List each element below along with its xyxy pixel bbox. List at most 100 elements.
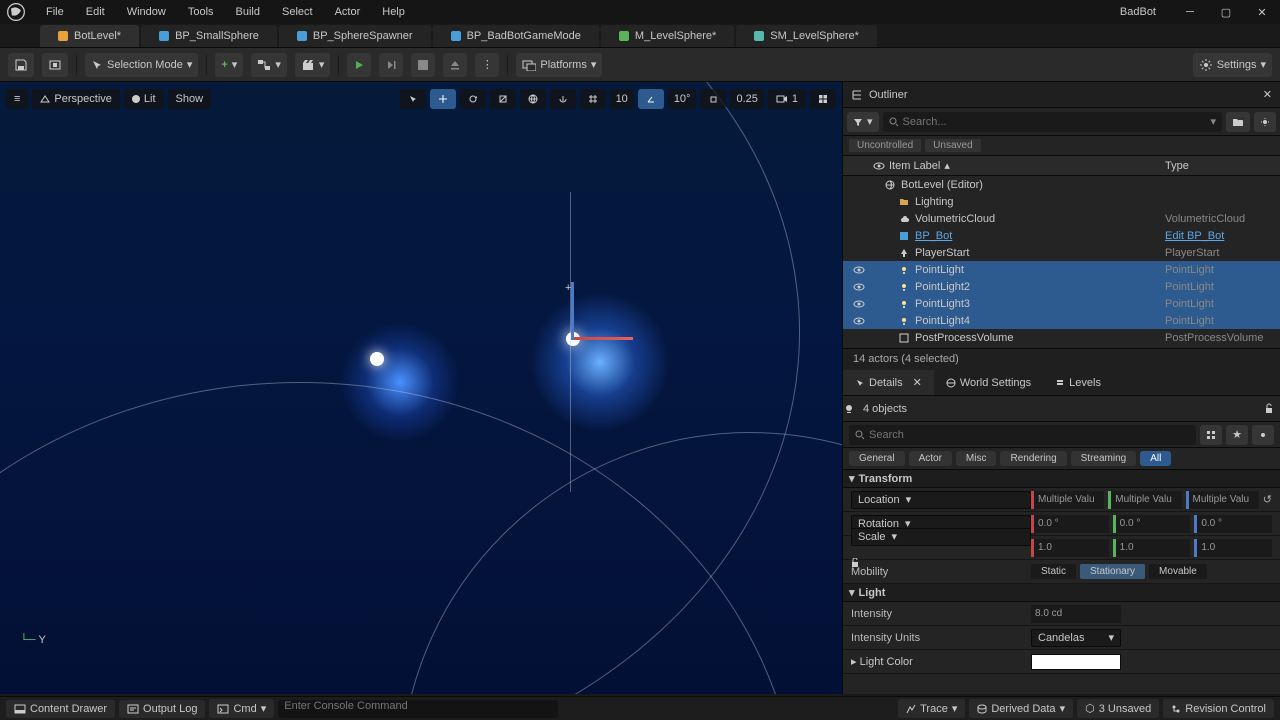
filter-rendering[interactable]: Rendering (1000, 451, 1066, 466)
dtab-details[interactable]: Details✕ (843, 370, 934, 395)
tab-bp_badbotgamemode[interactable]: BP_BadBotGameMode (433, 25, 599, 47)
show-dropdown[interactable]: Show (168, 89, 212, 109)
tree-row[interactable]: BP_BotEdit BP_Bot (843, 227, 1280, 244)
chip-unsaved[interactable]: Unsaved (925, 139, 980, 152)
scale-snap[interactable] (700, 89, 726, 109)
content-drawer-button[interactable]: Content Drawer (6, 700, 115, 718)
location-dropdown[interactable]: Location▾ (851, 491, 1031, 509)
filter-all[interactable]: All (1140, 451, 1171, 466)
menu-build[interactable]: Build (226, 2, 270, 22)
expand-icon[interactable]: ▸ (851, 656, 857, 668)
details-view-grid[interactable] (1200, 425, 1222, 445)
perspective-dropdown[interactable]: Perspective (32, 89, 119, 109)
viewport-options[interactable]: ≡ (6, 89, 28, 109)
sc-x[interactable]: 1.0 (1031, 539, 1109, 557)
tree-row[interactable]: PointLight2PointLight (843, 278, 1280, 295)
filter-general[interactable]: General (849, 451, 905, 466)
dtab-levels[interactable]: Levels (1043, 370, 1113, 395)
filter-actor[interactable]: Actor (909, 451, 952, 466)
menu-edit[interactable]: Edit (76, 2, 115, 22)
move-tool[interactable] (430, 89, 456, 109)
tree-row[interactable]: PointLight4PointLight (843, 312, 1280, 329)
category-light[interactable]: ▾Light (843, 584, 1280, 602)
unsaved-button[interactable]: ⬡3 Unsaved (1077, 699, 1159, 718)
filter-streaming[interactable]: Streaming (1071, 451, 1137, 466)
rotate-tool[interactable] (460, 89, 486, 109)
surface-snap[interactable] (550, 89, 576, 109)
cinematics-button[interactable]: ▾ (295, 53, 331, 77)
details-settings[interactable] (1252, 425, 1274, 445)
intensity-input[interactable]: 8.0 cd (1031, 605, 1121, 623)
menu-actor[interactable]: Actor (325, 2, 371, 22)
revision-control-button[interactable]: Revision Control (1163, 699, 1274, 718)
details-search[interactable] (849, 425, 1196, 445)
stop-button[interactable] (411, 53, 435, 77)
grid-size[interactable]: 10 (610, 89, 634, 109)
details-search-input[interactable] (869, 429, 1190, 441)
lit-dropdown[interactable]: Lit (124, 89, 164, 109)
menu-tools[interactable]: Tools (178, 2, 224, 22)
eject-button[interactable] (443, 53, 467, 77)
tree-row[interactable]: Lighting (843, 193, 1280, 210)
mobility-static[interactable]: Static (1031, 564, 1076, 579)
select-tool[interactable] (400, 89, 426, 109)
scale-tool[interactable] (490, 89, 516, 109)
grid-snap[interactable] (580, 89, 606, 109)
platforms-dropdown[interactable]: Platforms▾ (516, 53, 602, 77)
outliner-header[interactable]: Item Label ▴ Type (843, 156, 1280, 176)
menu-file[interactable]: File (36, 2, 74, 22)
outliner-search[interactable]: ▾ (883, 112, 1222, 132)
rot-y[interactable]: 0.0 ° (1113, 515, 1191, 533)
outliner-tree[interactable]: BotLevel (Editor)LightingVolumetricCloud… (843, 176, 1280, 348)
minimize-button[interactable]: ─ (1176, 0, 1204, 24)
viewport-layout[interactable] (810, 89, 836, 109)
loc-y[interactable]: Multiple Valu (1108, 491, 1181, 509)
outliner-filter[interactable]: ▾ (847, 112, 879, 132)
loc-z[interactable]: Multiple Valu (1186, 491, 1259, 509)
viewport[interactable]: ≡ Perspective Lit Show 10 10° 0.25 1 (0, 82, 842, 694)
chevron-down-icon[interactable]: ▾ (1210, 115, 1216, 128)
app-logo[interactable] (4, 0, 28, 24)
lock-icon[interactable] (1264, 403, 1274, 415)
tree-row[interactable]: PointLightPointLight (843, 261, 1280, 278)
tree-row[interactable]: PostProcessVolumePostProcessVolume (843, 329, 1280, 346)
settings-dropdown[interactable]: Settings▾ (1193, 53, 1272, 77)
mobility-stationary[interactable]: Stationary (1080, 564, 1145, 579)
sc-z[interactable]: 1.0 (1194, 539, 1272, 557)
coord-space[interactable] (520, 89, 546, 109)
save-button[interactable] (8, 53, 34, 77)
outliner-close[interactable]: ✕ (1263, 88, 1272, 101)
browse-button[interactable] (42, 53, 68, 77)
tree-row[interactable]: VolumetricCloudVolumetricCloud (843, 210, 1280, 227)
angle-snap[interactable] (638, 89, 664, 109)
cmd-button[interactable]: Cmd▾ (209, 699, 274, 718)
menu-select[interactable]: Select (272, 2, 323, 22)
chip-uncontrolled[interactable]: Uncontrolled (849, 139, 921, 152)
add-content-button[interactable]: +▾ (215, 53, 243, 77)
tab-bp_spherespawner[interactable]: BP_SphereSpawner (279, 25, 431, 47)
outliner-search-input[interactable] (903, 116, 1207, 128)
derived-data-button[interactable]: Derived Data▾ (969, 699, 1073, 718)
play-button[interactable] (347, 53, 371, 77)
rot-x[interactable]: 0.0 ° (1031, 515, 1109, 533)
close-button[interactable]: ✕ (1248, 0, 1276, 24)
light-color-swatch[interactable] (1031, 654, 1121, 670)
tab-m_levelsphere-[interactable]: M_LevelSphere* (601, 25, 734, 47)
menu-help[interactable]: Help (372, 2, 415, 22)
loc-x[interactable]: Multiple Valu (1031, 491, 1104, 509)
new-folder-button[interactable]: + (1226, 112, 1250, 132)
tree-row[interactable]: PlayerStartPlayerStart (843, 244, 1280, 261)
camera-speed[interactable]: 1 (768, 89, 806, 109)
step-button[interactable] (379, 53, 403, 77)
outliner-settings[interactable] (1254, 112, 1276, 132)
dtab-world-settings[interactable]: World Settings (934, 370, 1043, 395)
console-input[interactable] (278, 700, 558, 718)
scale-dropdown[interactable]: Scale▾ (851, 528, 1031, 546)
tree-row[interactable]: PointLight3PointLight (843, 295, 1280, 312)
output-log-button[interactable]: Output Log (119, 700, 205, 718)
details-favorite[interactable]: ★ (1226, 425, 1248, 445)
selection-mode-dropdown[interactable]: Selection Mode ▾ (85, 53, 198, 77)
sc-y[interactable]: 1.0 (1113, 539, 1191, 557)
maximize-button[interactable]: ▢ (1212, 0, 1240, 24)
menu-window[interactable]: Window (117, 2, 176, 22)
